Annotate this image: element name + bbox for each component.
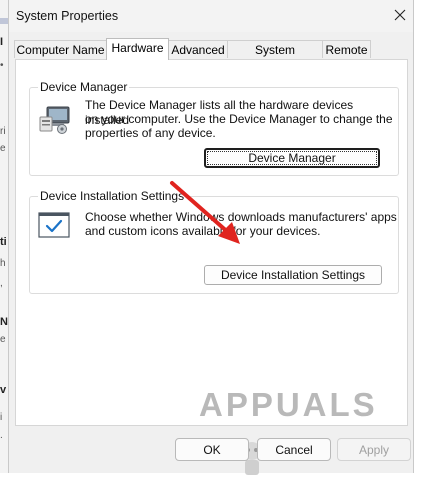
background-text-fragment: ri bbox=[0, 126, 6, 137]
background-text-fragment: I bbox=[0, 36, 4, 48]
cancel-button[interactable]: Cancel bbox=[257, 438, 331, 461]
device-manager-group-label: Device Manager bbox=[38, 80, 130, 94]
red-arrow-annotation bbox=[166, 178, 246, 251]
background-text-fragment: e bbox=[0, 143, 6, 154]
background-text-fragment: v bbox=[0, 384, 7, 396]
hardware-tab-panel: Device Manager The Device Manager lists … bbox=[15, 59, 408, 475]
background-text-fragment: . bbox=[0, 430, 3, 441]
background-text-fragment: h bbox=[0, 258, 6, 269]
tab-system-protection[interactable]: System Protection bbox=[227, 40, 323, 75]
tab-remote[interactable]: Remote bbox=[322, 40, 371, 58]
background-text-fragment: N bbox=[0, 316, 8, 328]
system-properties-dialog: System Properties Computer Name Hardware… bbox=[8, 0, 414, 475]
tab-hardware[interactable]: Hardware bbox=[106, 38, 169, 60]
tab-strip: Computer Name Hardware Advanced System P… bbox=[14, 38, 409, 75]
device-manager-description-line: properties of any device. bbox=[85, 126, 216, 140]
background-page: I • ri e ti h , N e v i . bbox=[0, 0, 8, 473]
ok-button[interactable]: OK bbox=[175, 438, 249, 461]
background-text-fragment: , bbox=[0, 278, 3, 289]
background-text-fragment: ti bbox=[0, 236, 7, 248]
apply-button[interactable]: Apply bbox=[337, 438, 411, 461]
device-manager-description-line: on your computer. Use the Device Manager… bbox=[85, 112, 393, 126]
dialog-button-bar: OK Cancel Apply bbox=[9, 430, 413, 473]
background-text-fragment: i bbox=[0, 412, 3, 423]
close-button[interactable] bbox=[391, 6, 409, 24]
title-bar[interactable]: System Properties bbox=[9, 0, 413, 32]
window-title: System Properties bbox=[16, 9, 119, 23]
background-text-fragment: e bbox=[0, 334, 6, 345]
background-text-fragment: • bbox=[0, 60, 4, 71]
device-installation-group-label: Device Installation Settings bbox=[38, 189, 187, 203]
background-accent-bar bbox=[0, 18, 8, 24]
device-manager-button[interactable]: Device Manager bbox=[204, 148, 380, 168]
watermark-text: APPUALS bbox=[199, 386, 378, 423]
close-icon bbox=[394, 9, 406, 21]
device-installation-settings-button[interactable]: Device Installation Settings bbox=[204, 265, 382, 285]
checkbox-window-icon bbox=[38, 212, 70, 241]
device-manager-group: Device Manager The Device Manager lists … bbox=[29, 80, 399, 176]
device-manager-icon bbox=[38, 105, 72, 138]
tab-advanced[interactable]: Advanced bbox=[168, 40, 228, 58]
tab-computer-name[interactable]: Computer Name bbox=[14, 40, 107, 58]
